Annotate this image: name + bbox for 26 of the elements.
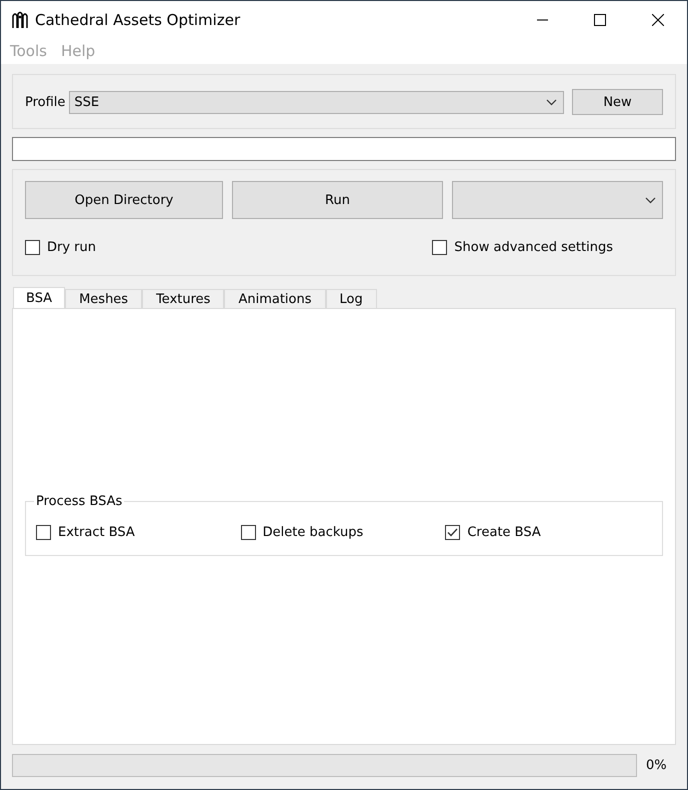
tab[interactable]: Log <box>326 289 377 308</box>
checkbox-label[interactable]: Dry run <box>47 240 96 255</box>
tab[interactable]: BSA <box>13 287 66 308</box>
checkbox-label[interactable]: Delete backups <box>262 525 364 540</box>
checkbox-label[interactable]: Create BSA <box>467 525 541 540</box>
checkbox[interactable] <box>432 240 448 255</box>
window-title: Cathedral Assets Optimizer <box>35 10 242 28</box>
checkbox[interactable] <box>36 525 51 540</box>
profile-dropdown[interactable]: SSE <box>69 90 564 114</box>
run-button[interactable]: Run <box>232 181 443 219</box>
checkbox-label[interactable]: Show advanced settings <box>454 240 613 255</box>
cathedral-icon <box>11 10 29 28</box>
checkbox[interactable] <box>240 525 256 540</box>
new-button[interactable]: New <box>572 89 663 115</box>
path-field[interactable] <box>12 137 676 161</box>
progress-reading: 0% <box>646 758 668 773</box>
chevron-down-icon <box>546 98 557 106</box>
tab[interactable]: Meshes <box>65 289 142 308</box>
checkbox[interactable] <box>445 525 460 540</box>
checkbox-label[interactable]: Extract BSA <box>58 525 135 540</box>
open-directory-button[interactable]: Open Directory <box>25 181 223 219</box>
checkbox[interactable] <box>25 240 40 255</box>
profile-label: Profile <box>25 94 66 110</box>
tab[interactable]: Animations <box>224 289 326 308</box>
chevron-down-icon <box>645 196 656 204</box>
tab[interactable]: Textures <box>142 289 224 308</box>
